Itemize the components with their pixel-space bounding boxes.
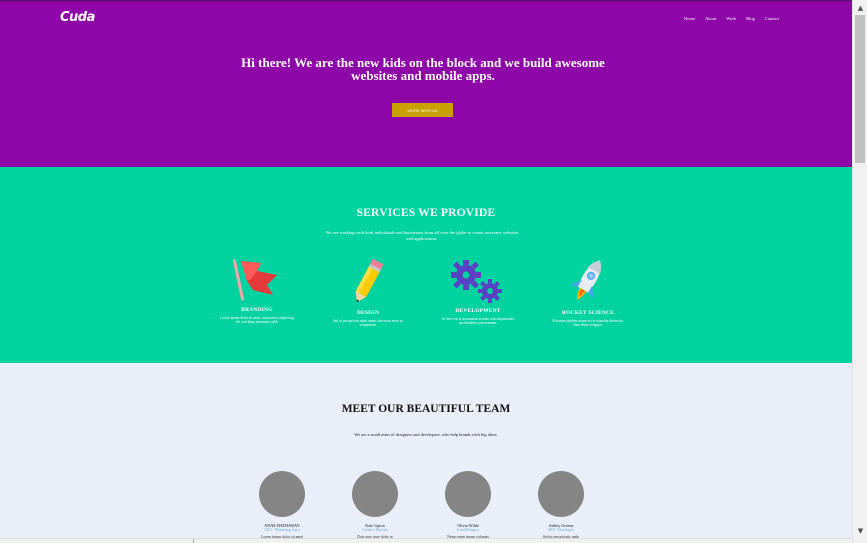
service-desc: At vero eos et accusamus et iusto odio d… bbox=[441, 317, 515, 326]
rocket-icon bbox=[548, 257, 628, 305]
member-role: Lead Designer bbox=[456, 528, 480, 532]
page-viewport: Cuda Home About Work Blog Contact Hi the… bbox=[0, 0, 852, 543]
nav-blog[interactable]: Blog bbox=[746, 16, 755, 21]
nav-contact[interactable]: Contact bbox=[765, 16, 779, 21]
service-desc: Lorem ipsum dolor sit amet, consectetur … bbox=[220, 316, 294, 325]
work-with-us-button[interactable]: WORK WITH US bbox=[392, 103, 453, 117]
services-title: SERVICES WE PROVIDE bbox=[356, 207, 496, 219]
scroll-up-arrow-icon[interactable]: ▲ bbox=[853, 2, 867, 14]
service-name: DEVELOPMENT bbox=[455, 308, 501, 314]
nav-home[interactable]: Home bbox=[684, 16, 695, 21]
scroll-marker bbox=[193, 539, 194, 543]
team-title: MEET OUR BEAUTIFUL TEAM bbox=[341, 403, 511, 415]
nav-about[interactable]: About bbox=[705, 16, 716, 21]
horizontal-scrollbar[interactable] bbox=[0, 538, 852, 543]
nav-work[interactable]: Work bbox=[726, 16, 736, 21]
team-section: MEET OUR BEAUTIFUL TEAM We are a small t… bbox=[0, 363, 852, 543]
gears-icon bbox=[438, 257, 518, 305]
avatar bbox=[259, 471, 305, 517]
service-name: DESIGN bbox=[356, 310, 380, 316]
logo[interactable]: Cuda bbox=[60, 10, 95, 25]
service-name: BRANDING bbox=[241, 307, 273, 313]
hero-section: Cuda Home About Work Blog Contact Hi the… bbox=[0, 0, 852, 167]
service-desc: Et harum quidem rerum est et expedita di… bbox=[552, 319, 624, 328]
pencil-icon bbox=[328, 257, 408, 305]
scroll-down-arrow-icon[interactable]: ▼ bbox=[853, 525, 867, 537]
hero-title: Hi there! We are the new kids on the blo… bbox=[241, 55, 605, 83]
avatar bbox=[445, 471, 491, 517]
avatar bbox=[538, 471, 584, 517]
avatar bbox=[352, 471, 398, 517]
flag-icon bbox=[217, 257, 297, 305]
member-role: Creative Director bbox=[361, 528, 389, 532]
scrollbar-thumb[interactable] bbox=[855, 15, 865, 163]
vertical-scrollbar[interactable]: ▲ ▼ bbox=[852, 0, 867, 543]
team-subtitle: We are a small team of designers and dev… bbox=[354, 432, 498, 437]
service-desc: Sed ut perspiciatis unde omnis iste natu… bbox=[332, 319, 404, 328]
services-subtitle: We are working with both individuals and… bbox=[325, 230, 519, 241]
member-role: CEO / Marketing Guru bbox=[264, 528, 300, 532]
service-name: ROCKET SCIENCE bbox=[561, 310, 615, 316]
main-nav: Home About Work Blog Contact bbox=[684, 16, 789, 21]
member-role: SEO / Developer bbox=[548, 528, 574, 532]
services-section: SERVICES WE PROVIDE We are working with … bbox=[0, 167, 852, 363]
